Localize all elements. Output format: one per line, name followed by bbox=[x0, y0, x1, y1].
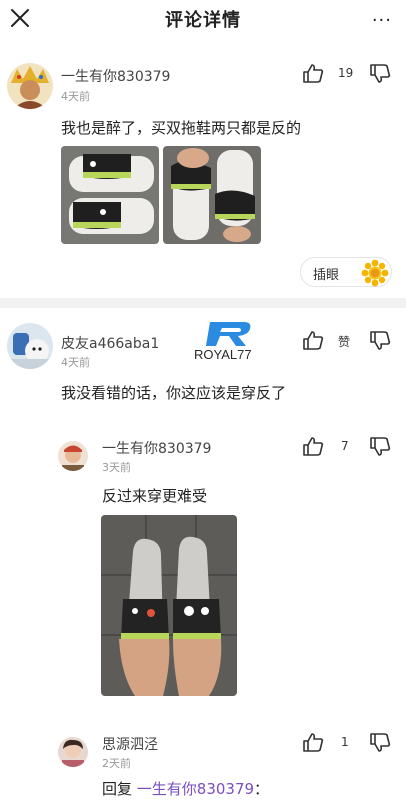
mention-link[interactable]: 一生有你830379 bbox=[137, 780, 254, 798]
thumbs-up-icon[interactable] bbox=[302, 435, 324, 457]
avatar[interactable] bbox=[58, 737, 88, 767]
reply-username[interactable]: 思源泗泾 bbox=[102, 734, 158, 754]
section-divider bbox=[0, 298, 406, 308]
reply-username[interactable]: 一生有你830379 bbox=[102, 438, 211, 458]
reply-text: 反过来穿更难受 bbox=[102, 487, 208, 505]
comment-photo[interactable] bbox=[61, 146, 159, 244]
sunflower-icon bbox=[361, 259, 389, 287]
like-count: 1 bbox=[341, 735, 349, 749]
thumbs-up-icon[interactable] bbox=[302, 329, 324, 351]
like-label: 赞 bbox=[338, 335, 351, 349]
comment-username[interactable]: 一生有你830379 bbox=[61, 66, 170, 86]
comment-text: 我没看错的话，你这应该是穿反了 bbox=[61, 384, 287, 402]
thumbs-down-icon[interactable] bbox=[369, 330, 391, 352]
avatar[interactable] bbox=[58, 441, 88, 471]
thumbs-up-icon[interactable] bbox=[302, 62, 324, 84]
watermark-text: ROYAL77 bbox=[194, 347, 252, 362]
reply-prefix: 回复 bbox=[102, 780, 137, 798]
chip-label: 插眼 bbox=[313, 268, 340, 283]
thumbs-down-icon[interactable] bbox=[369, 732, 391, 754]
comment-username[interactable]: 皮友a466aba1 bbox=[61, 333, 159, 353]
reply-photo[interactable] bbox=[101, 515, 237, 696]
sticker-chip[interactable]: 插眼 bbox=[300, 257, 392, 287]
like-count: 19 bbox=[338, 66, 354, 80]
page-title: 评论详情 bbox=[165, 10, 241, 31]
avatar[interactable] bbox=[7, 63, 53, 109]
reply-text: 回复 一生有你830379： bbox=[102, 778, 269, 799]
comment-timestamp: 4天前 bbox=[61, 356, 90, 369]
more-menu-button[interactable]: ··· bbox=[372, 10, 392, 31]
logo-r-icon bbox=[206, 322, 251, 346]
thumbs-down-icon[interactable] bbox=[369, 436, 391, 458]
top-bar: 评论详情 ··· bbox=[0, 0, 406, 38]
reply-timestamp: 3天前 bbox=[102, 461, 131, 474]
reply-suffix: ： bbox=[254, 780, 270, 798]
reply-timestamp: 2天前 bbox=[102, 757, 131, 770]
thumbs-down-icon[interactable] bbox=[369, 63, 391, 85]
avatar[interactable] bbox=[7, 323, 53, 369]
watermark-logo: ROYAL77 bbox=[190, 320, 270, 370]
comment-timestamp: 4天前 bbox=[61, 90, 90, 103]
like-count: 7 bbox=[341, 439, 349, 453]
comment-text: 我也是醉了，买双拖鞋两只都是反的 bbox=[61, 119, 302, 137]
comment-photo[interactable] bbox=[163, 146, 261, 244]
thumbs-up-icon[interactable] bbox=[302, 731, 324, 753]
